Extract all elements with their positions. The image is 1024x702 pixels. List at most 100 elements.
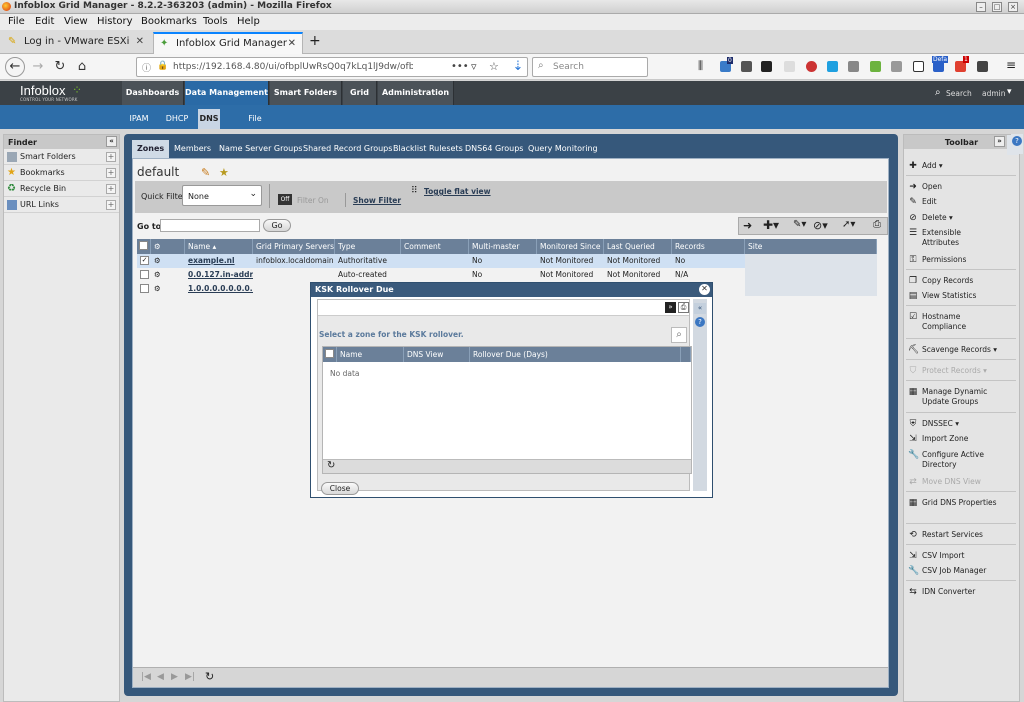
menu-edit[interactable]: Edit <box>35 16 54 27</box>
home-button[interactable]: ⌂ <box>72 58 92 76</box>
help-icon[interactable]: ? <box>695 317 705 327</box>
collapse-icon[interactable]: « <box>694 303 706 314</box>
select-all-checkbox[interactable] <box>325 349 334 358</box>
tab-dns64-groups[interactable]: DNS64 Groups <box>465 140 523 158</box>
library-icon[interactable]: ⫼ <box>698 59 703 73</box>
tab-esxi[interactable]: ✎ Log in - VMware ESXi ✕ <box>2 32 150 54</box>
col-comment[interactable]: Comment <box>401 239 469 254</box>
add-icon[interactable]: ✚▾ <box>763 218 779 232</box>
open-arrow-icon[interactable]: ➜ <box>743 219 752 232</box>
main-tab-administration[interactable]: Administration <box>378 81 454 105</box>
extension-grey-icon[interactable] <box>891 61 902 72</box>
col-type[interactable]: Type <box>335 239 401 254</box>
close-window-button[interactable]: × <box>1008 2 1018 12</box>
select-all-checkbox[interactable] <box>139 241 148 250</box>
edit-icon[interactable]: ✎▾ <box>793 219 806 230</box>
close-icon[interactable]: ✕ <box>699 284 710 295</box>
collapse-icon[interactable]: « <box>106 136 117 147</box>
main-tab-smart-folders[interactable]: Smart Folders <box>270 81 342 105</box>
extension-dark-icon[interactable] <box>977 61 988 72</box>
expand-icon[interactable]: + <box>106 200 116 210</box>
close-button[interactable]: Close <box>321 482 359 495</box>
subtab-ipam[interactable]: IPAM <box>126 109 152 129</box>
refresh-icon[interactable]: ↻ <box>205 670 214 683</box>
menu-tools[interactable]: Tools <box>203 16 228 27</box>
chevron-down-icon[interactable]: ▾ <box>1007 87 1012 97</box>
zone-name-link[interactable]: example.nl <box>185 254 253 268</box>
close-tab-icon[interactable]: ✕ <box>288 34 296 54</box>
close-tab-icon[interactable]: ✕ <box>136 32 144 52</box>
print-icon[interactable]: ⎙ <box>873 219 881 230</box>
chevron-double-down-icon[interactable]: » <box>665 302 676 313</box>
col-site[interactable]: Site <box>745 239 877 254</box>
edit-icon[interactable]: ✎ <box>201 166 210 179</box>
menu-hamburger-icon[interactable]: ≡ <box>1006 58 1016 72</box>
help-icon[interactable]: ? <box>1012 136 1022 146</box>
gear-icon[interactable]: ⚙ <box>154 268 161 282</box>
search-icon[interactable]: ⌕ <box>671 327 687 343</box>
col-name[interactable]: Name <box>337 347 404 362</box>
main-tab-data-management[interactable]: Data Management <box>185 81 269 105</box>
pocket-icon[interactable]: ▿ <box>471 60 477 73</box>
extension-md-icon[interactable] <box>784 61 795 72</box>
new-tab-button[interactable]: + <box>309 33 321 49</box>
tab-blacklist-rulesets[interactable]: Blacklist Rulesets <box>393 140 463 158</box>
tab-name-server-groups[interactable]: Name Server Groups <box>219 140 302 158</box>
col-rollover-due[interactable]: Rollover Due (Days) <box>470 347 681 362</box>
finder-item-url-links[interactable]: URL Links + <box>4 197 119 213</box>
zone-name-link[interactable]: 0.0.127.in-addr... <box>185 268 253 282</box>
menu-history[interactable]: History <box>97 16 133 27</box>
menu-view[interactable]: View <box>64 16 88 27</box>
refresh-icon[interactable]: ↻ <box>327 460 335 471</box>
menu-bookmarks[interactable]: Bookmarks <box>141 16 197 27</box>
tab-shared-record-groups[interactable]: Shared Record Groups <box>303 140 392 158</box>
tab-query-monitoring[interactable]: Query Monitoring <box>528 140 598 158</box>
col-multimaster[interactable]: Multi-master Zone <box>469 239 537 266</box>
extension-d-icon[interactable] <box>761 61 772 72</box>
col-records-monitored[interactable]: Records Monitored <box>672 239 745 266</box>
go-button[interactable]: Go <box>263 219 291 232</box>
reload-button[interactable]: ↻ <box>50 58 70 76</box>
prev-page-icon[interactable]: ◀ <box>157 672 164 682</box>
extension-s-icon[interactable] <box>827 61 838 72</box>
quick-filter-select[interactable]: None ⌄ <box>182 185 262 206</box>
filter-toggle[interactable]: Off <box>278 194 292 205</box>
expand-icon[interactable]: + <box>106 152 116 162</box>
bookmark-star-icon[interactable]: ☆ <box>489 60 499 73</box>
user-menu[interactable]: admin <box>982 89 1006 98</box>
delete-icon[interactable]: ⊘▾ <box>813 219 828 232</box>
finder-item-recycle-bin[interactable]: ♻ Recycle Bin + <box>4 181 119 197</box>
back-button[interactable]: ← <box>5 57 25 77</box>
gear-icon[interactable]: ⚙ <box>154 282 161 296</box>
page-actions-icon[interactable]: ••• <box>451 61 469 72</box>
col-monitored-since[interactable]: Monitored Since <box>537 239 604 254</box>
bookmark-star-icon[interactable]: ★ <box>219 166 229 179</box>
expand-icon[interactable]: » <box>994 136 1005 147</box>
zone-name-link[interactable]: 1.0.0.0.0.0.0.0... <box>185 282 253 296</box>
url-bar[interactable]: ⓘ 🔒 https://192.168.4.80/ui/ofbplUwRsQ0q… <box>136 57 528 77</box>
print-icon[interactable]: ⎙ <box>678 302 689 313</box>
toggle-flat-view-link[interactable]: Toggle flat view <box>424 187 491 196</box>
app-search-label[interactable]: Search <box>946 89 972 98</box>
extension-grid-icon[interactable] <box>848 61 859 72</box>
expand-icon[interactable]: + <box>106 168 116 178</box>
row-checkbox[interactable]: ✓ <box>140 256 149 265</box>
search-icon[interactable]: ⌕ <box>935 87 941 98</box>
row-checkbox[interactable] <box>140 270 149 279</box>
col-last-queried[interactable]: Last Queried <box>604 239 672 254</box>
search-input[interactable]: ⌕ Search <box>532 57 648 77</box>
gear-icon[interactable]: ⚙ <box>154 242 161 251</box>
extension-window-icon[interactable] <box>913 61 924 72</box>
forward-button[interactable]: → <box>28 58 48 76</box>
col-name[interactable]: Name ▴ <box>185 239 253 254</box>
ublock-icon[interactable] <box>806 61 817 72</box>
col-grid-primary[interactable]: Grid Primary Servers <box>253 239 335 254</box>
subtab-file-distribution[interactable]: File Distribution <box>226 109 284 143</box>
extension-green-icon[interactable] <box>870 61 881 72</box>
finder-item-bookmarks[interactable]: ★ Bookmarks + <box>4 165 119 181</box>
maximize-button[interactable]: □ <box>992 2 1002 12</box>
subtab-dhcp[interactable]: DHCP <box>162 109 192 129</box>
minimize-button[interactable]: – <box>976 2 986 12</box>
menu-help[interactable]: Help <box>237 16 260 27</box>
show-filter-link[interactable]: Show Filter <box>353 196 401 205</box>
